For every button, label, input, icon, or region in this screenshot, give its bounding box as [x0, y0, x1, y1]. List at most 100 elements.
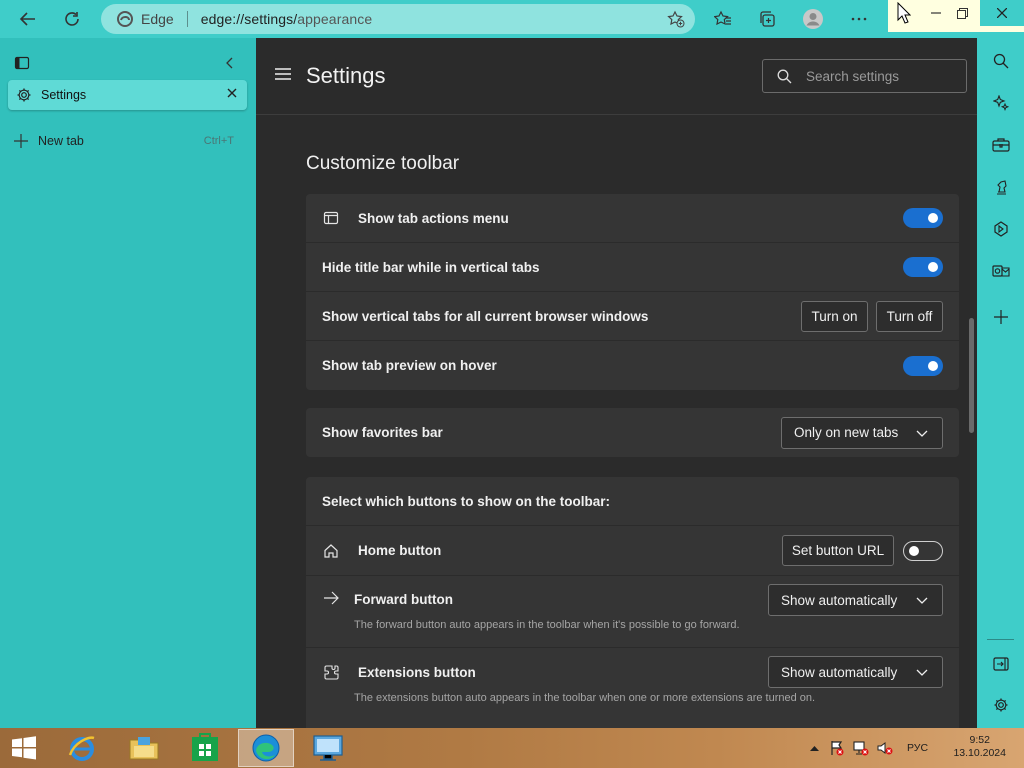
chevron-down-icon: [916, 669, 928, 676]
window-controls: [888, 0, 1024, 32]
new-tab-button[interactable]: New tab Ctrl+T: [14, 132, 238, 150]
toolbar-buttons-card: Select which buttons to show on the tool…: [306, 477, 959, 728]
setting-label: Hide title bar while in vertical tabs: [322, 259, 540, 275]
address-bar[interactable]: Edge edge://settings/appearance: [101, 4, 695, 34]
gear-icon: [17, 88, 31, 102]
sidebar-search-button[interactable]: [991, 51, 1011, 71]
gear-icon: [994, 698, 1008, 712]
taskbar-rdp-button[interactable]: [300, 729, 356, 767]
setting-label: Show tab preview on hover: [322, 358, 497, 373]
turn-on-button[interactable]: Turn on: [801, 300, 868, 332]
setting-label: Home button: [358, 543, 442, 558]
edge-sidebar: [977, 38, 1024, 728]
forward-button-select[interactable]: Show automatically: [768, 584, 943, 616]
scrollbar-thumb[interactable]: [969, 318, 974, 433]
taskbar-store-button[interactable]: [177, 729, 233, 767]
url-host: edge://settings/: [200, 11, 298, 27]
avatar-icon: [803, 9, 823, 29]
action-center-flag-icon[interactable]: [829, 740, 845, 756]
sidebar-hide-button[interactable]: [991, 654, 1011, 674]
extensions-icon: [324, 665, 339, 680]
collections-icon: [760, 11, 775, 27]
setting-row-forward-button: Forward button The forward button auto a…: [306, 576, 959, 648]
tab-preview-toggle[interactable]: [903, 355, 943, 376]
restore-button[interactable]: [946, 0, 978, 26]
sidebar-add-button[interactable]: [991, 307, 1011, 327]
search-box[interactable]: [762, 59, 967, 93]
close-tab-button[interactable]: [226, 87, 238, 99]
sidebar-designer-button[interactable]: [991, 219, 1011, 239]
taskbar-ie-button[interactable]: [54, 729, 110, 767]
extensions-button-select[interactable]: Show automatically: [768, 656, 943, 688]
address-separator: [186, 11, 188, 27]
chevron-left-icon: [226, 57, 233, 69]
add-favorite-button[interactable]: [667, 10, 685, 28]
sidebar-tools-button[interactable]: [991, 135, 1011, 155]
close-button[interactable]: [980, 0, 1024, 26]
setting-row-tab-actions: Show tab actions menu: [306, 194, 959, 243]
site-identity[interactable]: Edge: [117, 11, 174, 27]
hide-title-bar-toggle[interactable]: [903, 257, 943, 277]
setting-row-tab-preview: Show tab preview on hover: [306, 341, 959, 390]
designer-icon: [994, 221, 1008, 237]
minimize-icon: [931, 12, 941, 14]
toolbox-icon: [992, 138, 1010, 152]
chevron-up-icon[interactable]: [810, 745, 819, 751]
favorites-bar-select[interactable]: Only on new tabs: [781, 416, 943, 449]
clock-time: 9:52: [969, 734, 990, 746]
arrow-left-icon: [19, 12, 35, 26]
taskbar-edge-button[interactable]: [238, 729, 294, 767]
collections-button[interactable]: [751, 3, 783, 35]
chevron-down-icon: [916, 597, 928, 604]
setting-label: Forward button: [354, 592, 453, 607]
setting-row-vertical-tabs-all: Show vertical tabs for all current brows…: [306, 292, 959, 341]
tab-actions-toggle[interactable]: [903, 208, 943, 228]
remote-desktop-icon: [313, 735, 343, 761]
restore-icon: [956, 7, 968, 19]
profile-button[interactable]: [797, 3, 829, 35]
close-icon: [997, 8, 1007, 18]
set-button-url-button[interactable]: Set button URL: [782, 535, 894, 566]
new-tab-shortcut: Ctrl+T: [203, 135, 234, 147]
settings-menu-button[interactable]: [275, 68, 291, 80]
home-button-toggle[interactable]: [903, 540, 943, 561]
setting-label: Extensions button: [358, 665, 476, 680]
search-icon: [777, 69, 792, 83]
volume-muted-icon[interactable]: [877, 740, 893, 756]
chess-piece-icon: [997, 180, 1007, 195]
search-icon: [993, 53, 1009, 69]
setting-description: The extensions button auto appears in th…: [354, 692, 816, 704]
sidebar-outlook-button[interactable]: [991, 261, 1011, 281]
plus-icon: [14, 134, 28, 148]
clock[interactable]: 9:52 13.10.2024: [953, 734, 1006, 760]
sidebar-copilot-button[interactable]: [991, 93, 1011, 113]
select-value: Only on new tabs: [794, 425, 899, 440]
start-button[interactable]: [0, 729, 48, 767]
back-button[interactable]: [12, 3, 44, 35]
taskbar-explorer-button[interactable]: [116, 729, 172, 767]
vertical-tabs-pane: Settings New tab Ctrl+T: [0, 38, 256, 728]
chevron-down-icon: [916, 430, 928, 437]
refresh-button[interactable]: [56, 3, 88, 35]
star-add-icon: [667, 10, 685, 28]
refresh-icon: [65, 12, 79, 26]
sidebar-games-button[interactable]: [991, 177, 1011, 197]
tab-actions-button[interactable]: [14, 55, 30, 71]
search-input[interactable]: [806, 68, 956, 84]
folder-icon: [129, 737, 159, 760]
setting-row-home-button: Home button Set button URL: [306, 526, 959, 576]
new-tab-label: New tab: [38, 134, 84, 148]
sidebar-settings-button[interactable]: [991, 695, 1011, 715]
turn-off-button[interactable]: Turn off: [876, 300, 943, 332]
tab-settings[interactable]: Settings: [8, 80, 247, 110]
language-indicator[interactable]: РУС: [907, 742, 928, 754]
favorites-button[interactable]: [707, 3, 739, 35]
outlook-icon: [992, 265, 1010, 277]
home-icon: [324, 543, 338, 558]
url-text[interactable]: edge://settings/appearance: [201, 11, 373, 27]
setting-row-hide-title-bar: Hide title bar while in vertical tabs: [306, 243, 959, 292]
more-menu-button[interactable]: [843, 3, 875, 35]
collapse-pane-button[interactable]: [222, 55, 238, 71]
network-icon[interactable]: [853, 740, 869, 756]
setting-description: The forward button auto appears in the t…: [354, 619, 740, 631]
